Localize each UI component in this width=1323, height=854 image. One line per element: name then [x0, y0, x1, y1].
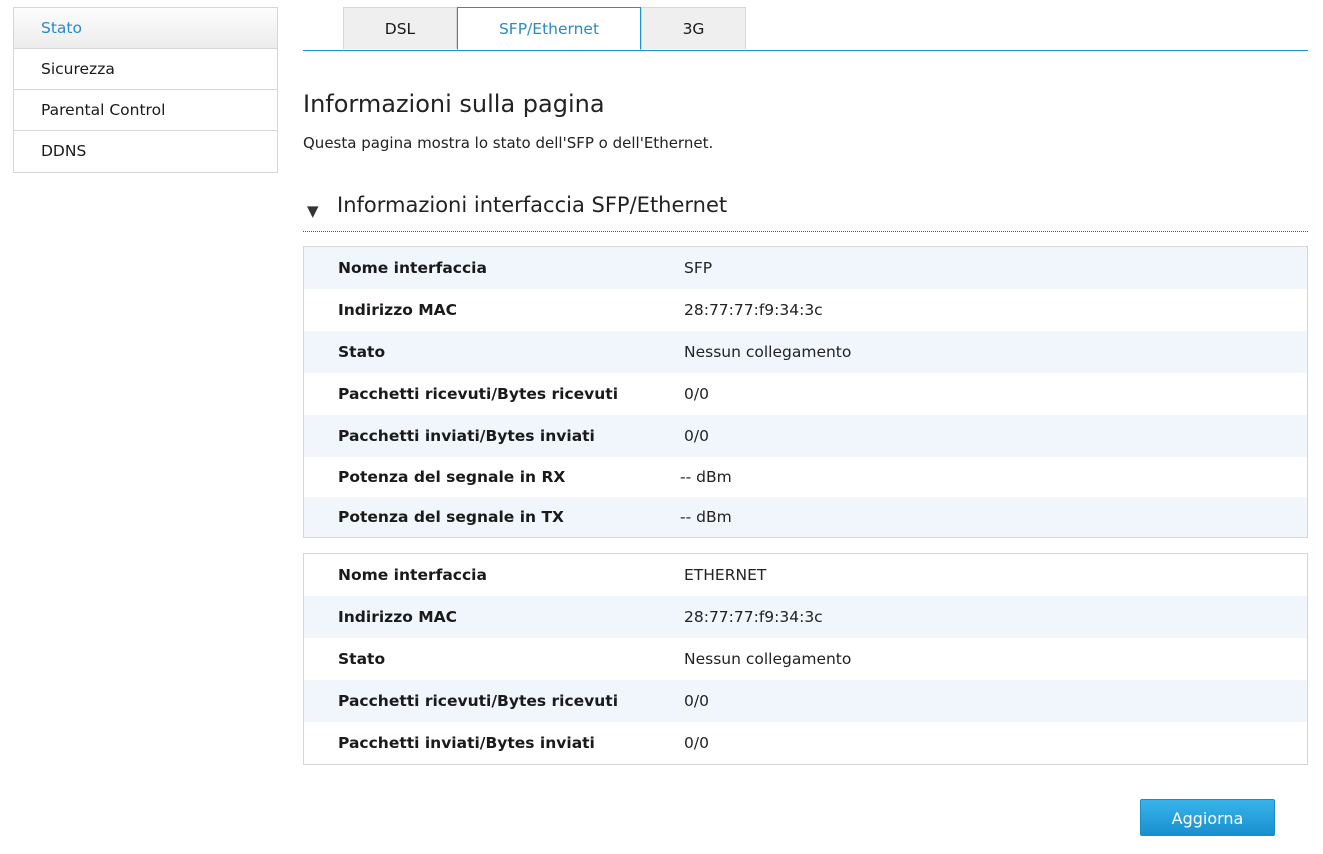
tab-dsl[interactable]: DSL — [343, 7, 457, 49]
table-row: Pacchetti ricevuti/Bytes ricevuti 0/0 — [304, 680, 1307, 722]
row-value: 0/0 — [684, 734, 709, 752]
refresh-button[interactable]: Aggiorna — [1140, 799, 1275, 836]
table-row: Pacchetti inviati/Bytes inviati 0/0 — [304, 415, 1307, 457]
table-row: Potenza del segnale in RX -- dBm — [304, 457, 1307, 497]
sidebar-item-stato[interactable]: Stato — [14, 8, 277, 49]
sfp-info-table: Nome interfaccia SFP Indirizzo MAC 28:77… — [303, 246, 1308, 538]
tab-sfp-ethernet[interactable]: SFP/Ethernet — [457, 7, 641, 50]
section-title: Informazioni interfaccia SFP/Ethernet — [337, 193, 728, 217]
row-label: Indirizzo MAC — [338, 301, 458, 319]
row-value: 0/0 — [684, 427, 709, 445]
row-value: 28:77:77:f9:34:3c — [684, 301, 823, 319]
sidebar-menu: Stato Sicurezza Parental Control DDNS — [13, 7, 278, 173]
page-description: Questa pagina mostra lo stato dell'SFP o… — [303, 134, 714, 152]
row-label: Potenza del segnale in RX — [338, 468, 566, 486]
row-value: 0/0 — [684, 385, 709, 403]
tab-3g[interactable]: 3G — [641, 7, 746, 49]
section-header[interactable]: ▼ Informazioni interfaccia SFP/Ethernet — [303, 190, 1308, 232]
row-label: Pacchetti ricevuti/Bytes ricevuti — [338, 385, 619, 403]
row-label: Pacchetti ricevuti/Bytes ricevuti — [338, 692, 619, 710]
tab-bar: DSL SFP/Ethernet 3G — [303, 7, 1308, 51]
row-value: 0/0 — [684, 692, 709, 710]
page-title: Informazioni sulla pagina — [303, 90, 605, 118]
table-row: Nome interfaccia ETHERNET — [304, 554, 1307, 596]
ethernet-info-table: Nome interfaccia ETHERNET Indirizzo MAC … — [303, 553, 1308, 765]
row-value: -- dBm — [680, 468, 732, 486]
row-label: Nome interfaccia — [338, 566, 487, 584]
sidebar-item-sicurezza[interactable]: Sicurezza — [14, 49, 277, 90]
table-row: Indirizzo MAC 28:77:77:f9:34:3c — [304, 596, 1307, 638]
collapse-triangle-icon[interactable]: ▼ — [307, 202, 319, 220]
table-row: Nome interfaccia SFP — [304, 247, 1307, 289]
row-label: Indirizzo MAC — [338, 608, 458, 626]
row-value: SFP — [684, 259, 713, 277]
row-label: Pacchetti inviati/Bytes inviati — [338, 427, 595, 445]
sidebar-item-ddns[interactable]: DDNS — [14, 131, 277, 172]
row-value: -- dBm — [680, 508, 732, 526]
row-label: Stato — [338, 650, 386, 668]
row-label: Nome interfaccia — [338, 259, 487, 277]
sidebar-item-parental-control[interactable]: Parental Control — [14, 90, 277, 131]
table-row: Stato Nessun collegamento — [304, 331, 1307, 373]
row-label: Pacchetti inviati/Bytes inviati — [338, 734, 595, 752]
table-row: Indirizzo MAC 28:77:77:f9:34:3c — [304, 289, 1307, 331]
row-label: Potenza del segnale in TX — [338, 508, 564, 526]
table-row: Pacchetti ricevuti/Bytes ricevuti 0/0 — [304, 373, 1307, 415]
row-value: 28:77:77:f9:34:3c — [684, 608, 823, 626]
row-label: Stato — [338, 343, 386, 361]
row-value: Nessun collegamento — [684, 343, 852, 361]
row-value: Nessun collegamento — [684, 650, 852, 668]
row-value: ETHERNET — [684, 566, 767, 584]
table-row: Stato Nessun collegamento — [304, 638, 1307, 680]
table-row: Pacchetti inviati/Bytes inviati 0/0 — [304, 722, 1307, 764]
table-row: Potenza del segnale in TX -- dBm — [304, 497, 1307, 537]
